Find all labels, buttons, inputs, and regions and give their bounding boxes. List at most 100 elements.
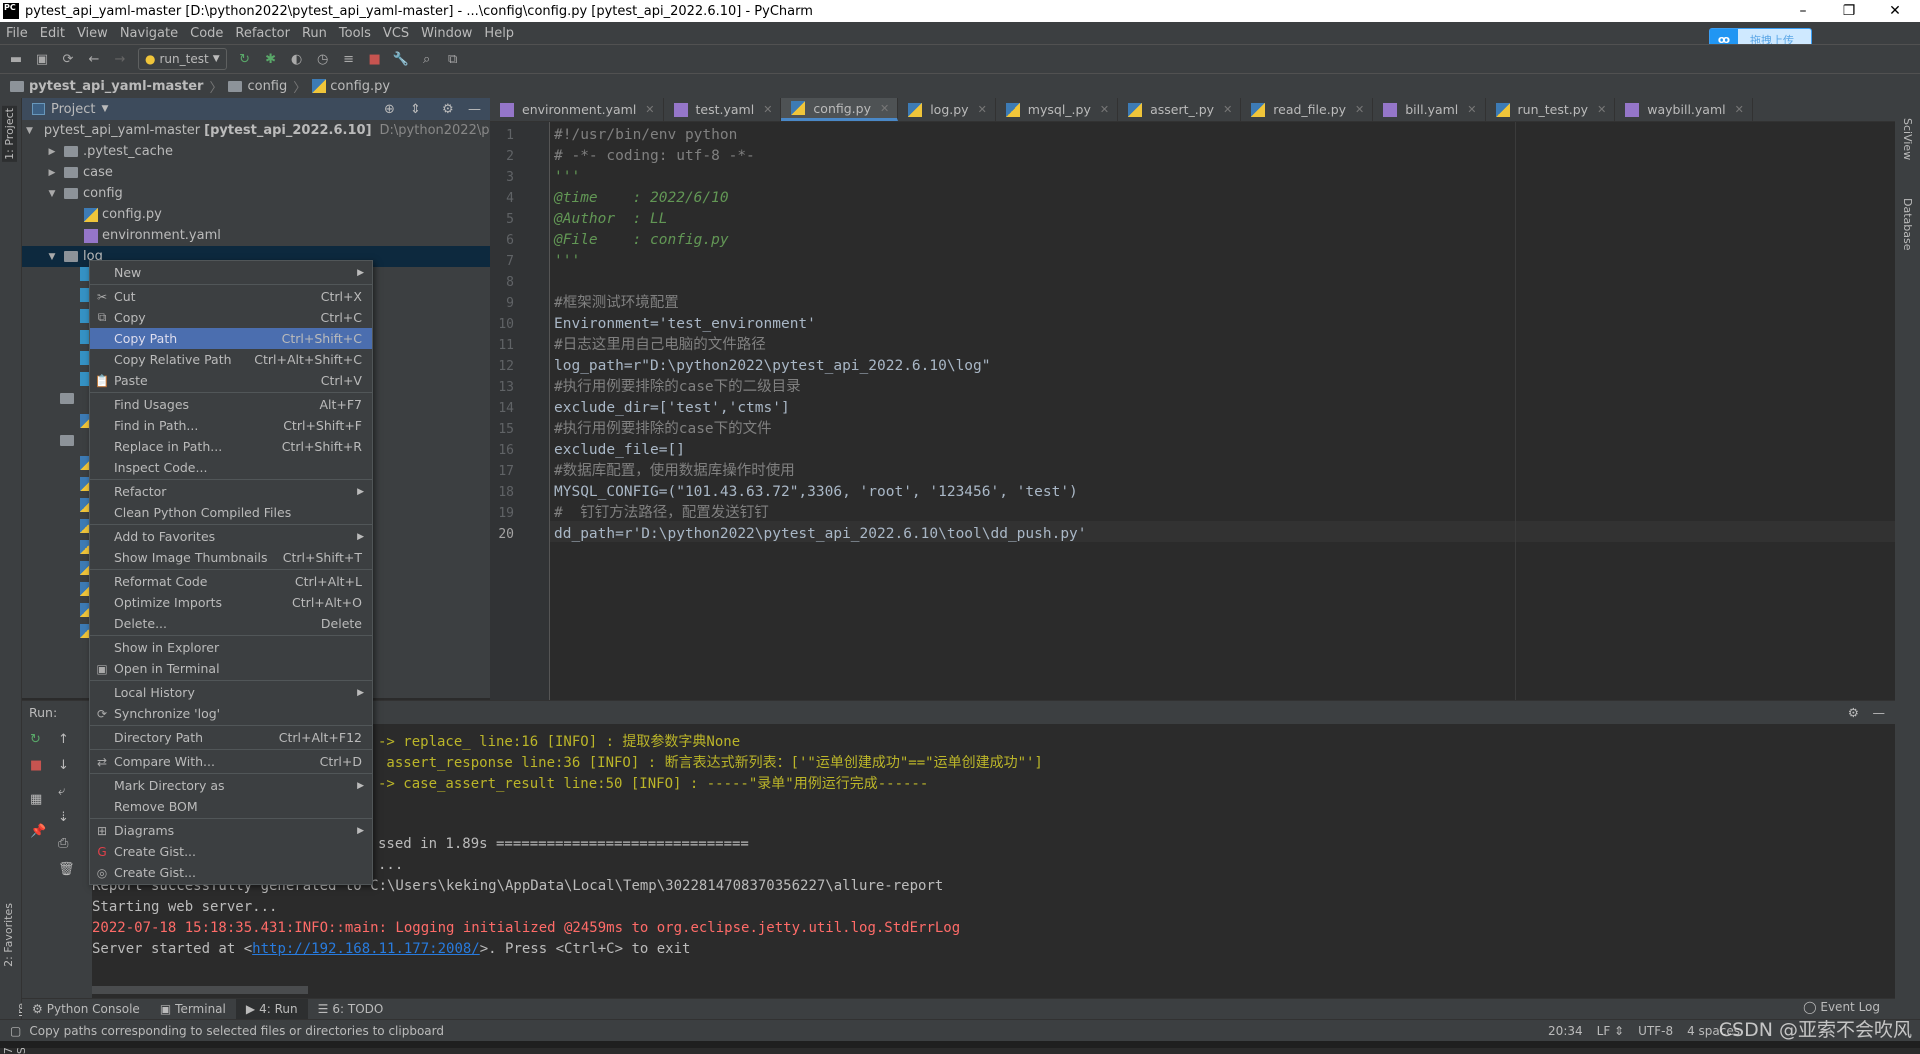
locate-icon[interactable]: ⊕ — [384, 102, 395, 117]
save-icon[interactable]: ▣ — [34, 51, 50, 67]
menu-item-copy[interactable]: ⧉ Copy Ctrl+C — [90, 307, 372, 328]
menu-window[interactable]: Window — [421, 26, 472, 41]
coverage-icon[interactable]: ◐ — [289, 51, 305, 67]
gear-icon[interactable]: ⚙ — [1848, 705, 1859, 720]
wrench-icon[interactable]: 🔧 — [393, 51, 409, 67]
code-line[interactable]: #数据库配置，使用数据库操作时使用 — [554, 461, 795, 482]
minimize-button[interactable]: – — [1780, 0, 1826, 22]
menu-item-cut[interactable]: ✂ Cut Ctrl+X — [90, 286, 372, 307]
menu-item-add-to-favorites[interactable]: Add to Favorites ▶ — [90, 526, 372, 547]
menu-item-clean-python-compiled-files[interactable]: Clean Python Compiled Files — [90, 502, 372, 523]
menu-vcs[interactable]: VCS — [383, 26, 409, 41]
rerun-icon[interactable]: ↻ — [237, 51, 253, 67]
menu-file[interactable]: File — [6, 26, 28, 41]
menu-item-directory-path[interactable]: Directory Path Ctrl+Alt+F12 — [90, 727, 372, 748]
menu-item-compare-with[interactable]: ⇄ Compare With... Ctrl+D — [90, 751, 372, 772]
tool-window-6-todo[interactable]: ☰ 6: TODO — [308, 999, 394, 1020]
trash-icon[interactable]: 🗑 — [58, 862, 75, 877]
code-line[interactable]: ''' — [554, 251, 580, 272]
horizontal-scrollbar[interactable] — [92, 986, 308, 994]
menu-item-find-in-path[interactable]: Find in Path... Ctrl+Shift+F — [90, 415, 372, 436]
tab-assert-py[interactable]: assert_.py ✕ — [1118, 98, 1242, 121]
close-tab-icon[interactable]: ✕ — [880, 102, 889, 115]
menu-code[interactable]: Code — [190, 26, 223, 41]
tab-environment-yaml[interactable]: environment.yaml ✕ — [490, 98, 664, 121]
menu-item-create-gist[interactable]: G Create Gist... — [90, 841, 372, 862]
pin-icon[interactable]: 📌 — [30, 824, 46, 839]
sciview-tool-tab[interactable]: SciView — [1901, 118, 1914, 160]
code-line[interactable]: # 钉钉方法路径，配置发送钉钉 — [554, 503, 769, 524]
code-line[interactable]: @time : 2022/6/10 — [554, 188, 729, 209]
close-tab-icon[interactable]: ✕ — [1100, 103, 1109, 116]
code-line[interactable]: exclude_file=[] — [554, 440, 685, 461]
code-line[interactable]: # -*- coding: utf-8 -*- — [554, 146, 755, 167]
code-editor[interactable]: 1 2 3 4 5 6 7 8 9 10 11 12 13 14 15 16 17 18 19 20 #!/usr/b… — [490, 122, 1895, 700]
tab-config-py[interactable]: config.py ✕ — [781, 98, 899, 121]
menu-item-remove-bom[interactable]: Remove BOM — [90, 796, 372, 817]
search-icon[interactable]: ⌕ — [419, 51, 435, 67]
collapse-icon[interactable]: ⇕ — [410, 102, 421, 117]
menu-run[interactable]: Run — [302, 26, 327, 41]
menu-item-show-image-thumbnails[interactable]: Show Image Thumbnails Ctrl+Shift+T — [90, 547, 372, 568]
code-line[interactable]: #框架测试环境配置 — [554, 293, 679, 314]
tree-item[interactable]: ▶ .pytest_cache — [22, 141, 490, 162]
breadcrumb-config[interactable]: config — [247, 79, 287, 94]
menu-item-new[interactable]: New ▶ — [90, 262, 372, 283]
debug-icon[interactable]: ✱ — [263, 51, 279, 67]
menu-refactor[interactable]: Refactor — [235, 26, 290, 41]
code-line[interactable]: #执行用例要排除的case下的二级目录 — [554, 377, 801, 398]
menu-item-show-in-explorer[interactable]: Show in Explorer — [90, 637, 372, 658]
hide-icon[interactable]: — — [468, 102, 481, 117]
event-log-button[interactable]: ◯ Event Log — [1803, 1000, 1880, 1014]
rerun-icon[interactable]: ↻ — [30, 732, 41, 747]
soft-wrap-icon[interactable]: ⤶ — [58, 784, 65, 799]
menu-item-reformat-code[interactable]: Reformat Code Ctrl+Alt+L — [90, 571, 372, 592]
tool-window-terminal[interactable]: ▣ Terminal — [150, 999, 236, 1020]
menu-item-optimize-imports[interactable]: Optimize Imports Ctrl+Alt+O — [90, 592, 372, 613]
collapsed-arrow-icon[interactable]: ▶ — [46, 168, 58, 178]
code-line[interactable]: #日志这里用自己电脑的文件路径 — [554, 335, 766, 356]
hide-icon[interactable]: — — [1873, 705, 1886, 720]
expanded-arrow-icon[interactable]: ▼ — [46, 189, 58, 199]
close-tab-icon[interactable]: ✕ — [763, 103, 772, 116]
menu-item-refactor[interactable]: Refactor ▶ — [90, 481, 372, 502]
tab-test-yaml[interactable]: test.yaml ✕ — [664, 98, 782, 121]
close-tab-icon[interactable]: ✕ — [645, 103, 654, 116]
expanded-arrow-icon[interactable]: ▼ — [26, 126, 33, 136]
close-tab-icon[interactable]: ✕ — [1223, 103, 1232, 116]
menu-item-replace-in-path[interactable]: Replace in Path... Ctrl+Shift+R — [90, 436, 372, 457]
code-line[interactable]: dd_path=r'D:\python2022\pytest_api_2022.… — [554, 524, 1087, 545]
menu-item-mark-directory-as[interactable]: Mark Directory as ▶ — [90, 775, 372, 796]
code-line[interactable]: @File : config.py — [554, 230, 729, 251]
tree-item[interactable]: ▼ config — [22, 183, 490, 204]
forward-icon[interactable]: → — [112, 51, 128, 67]
tree-item[interactable]: ▼ pytest_api_yaml-master [pytest_api_2022.… — [22, 120, 555, 141]
menu-item-paste[interactable]: 📋 Paste Ctrl+V — [90, 370, 372, 391]
close-tab-icon[interactable]: ✕ — [1467, 103, 1476, 116]
run-config-select[interactable]: ● run_test ▼ — [138, 48, 227, 70]
restore-button[interactable]: ❐ — [1826, 0, 1872, 22]
breadcrumb-file[interactable]: config.py — [330, 79, 390, 94]
close-button[interactable]: ✕ — [1872, 0, 1918, 22]
menu-item-diagrams[interactable]: ⊞ Diagrams ▶ — [90, 820, 372, 841]
open-folder-icon[interactable]: ▬ — [8, 51, 24, 67]
menu-tools[interactable]: Tools — [339, 26, 371, 41]
favorites-tool-tab[interactable]: 2: Favorites — [2, 903, 15, 967]
tree-item[interactable]: ▶ case — [22, 162, 490, 183]
menu-item-find-usages[interactable]: Find Usages Alt+F7 — [90, 394, 372, 415]
caret-position[interactable]: 20:34 — [1548, 1024, 1583, 1038]
menu-item-copy-relative-path[interactable]: Copy Relative Path Ctrl+Alt+Shift+C — [90, 349, 372, 370]
stop-icon[interactable]: ■ — [367, 51, 383, 67]
tree-item[interactable]: environment.yaml — [22, 225, 490, 246]
menu-help[interactable]: Help — [484, 26, 514, 41]
menu-view[interactable]: View — [77, 26, 108, 41]
code-line[interactable]: Environment='test_environment' — [554, 314, 816, 335]
tab-waybill-yaml[interactable]: waybill.yaml ✕ — [1615, 98, 1753, 121]
menu-item-create-gist[interactable]: ◎ Create Gist... — [90, 862, 372, 883]
menu-item-synchronize-log[interactable]: ⟳ Synchronize 'log' — [90, 703, 372, 724]
close-tab-icon[interactable]: ✕ — [1735, 103, 1744, 116]
menu-edit[interactable]: Edit — [40, 26, 65, 41]
server-link[interactable]: http://192.168.11.177:2008/ — [252, 941, 480, 957]
menu-item-delete[interactable]: Delete... Delete — [90, 613, 372, 634]
tool-window-4-run[interactable]: ▶ 4: Run — [235, 998, 308, 1020]
